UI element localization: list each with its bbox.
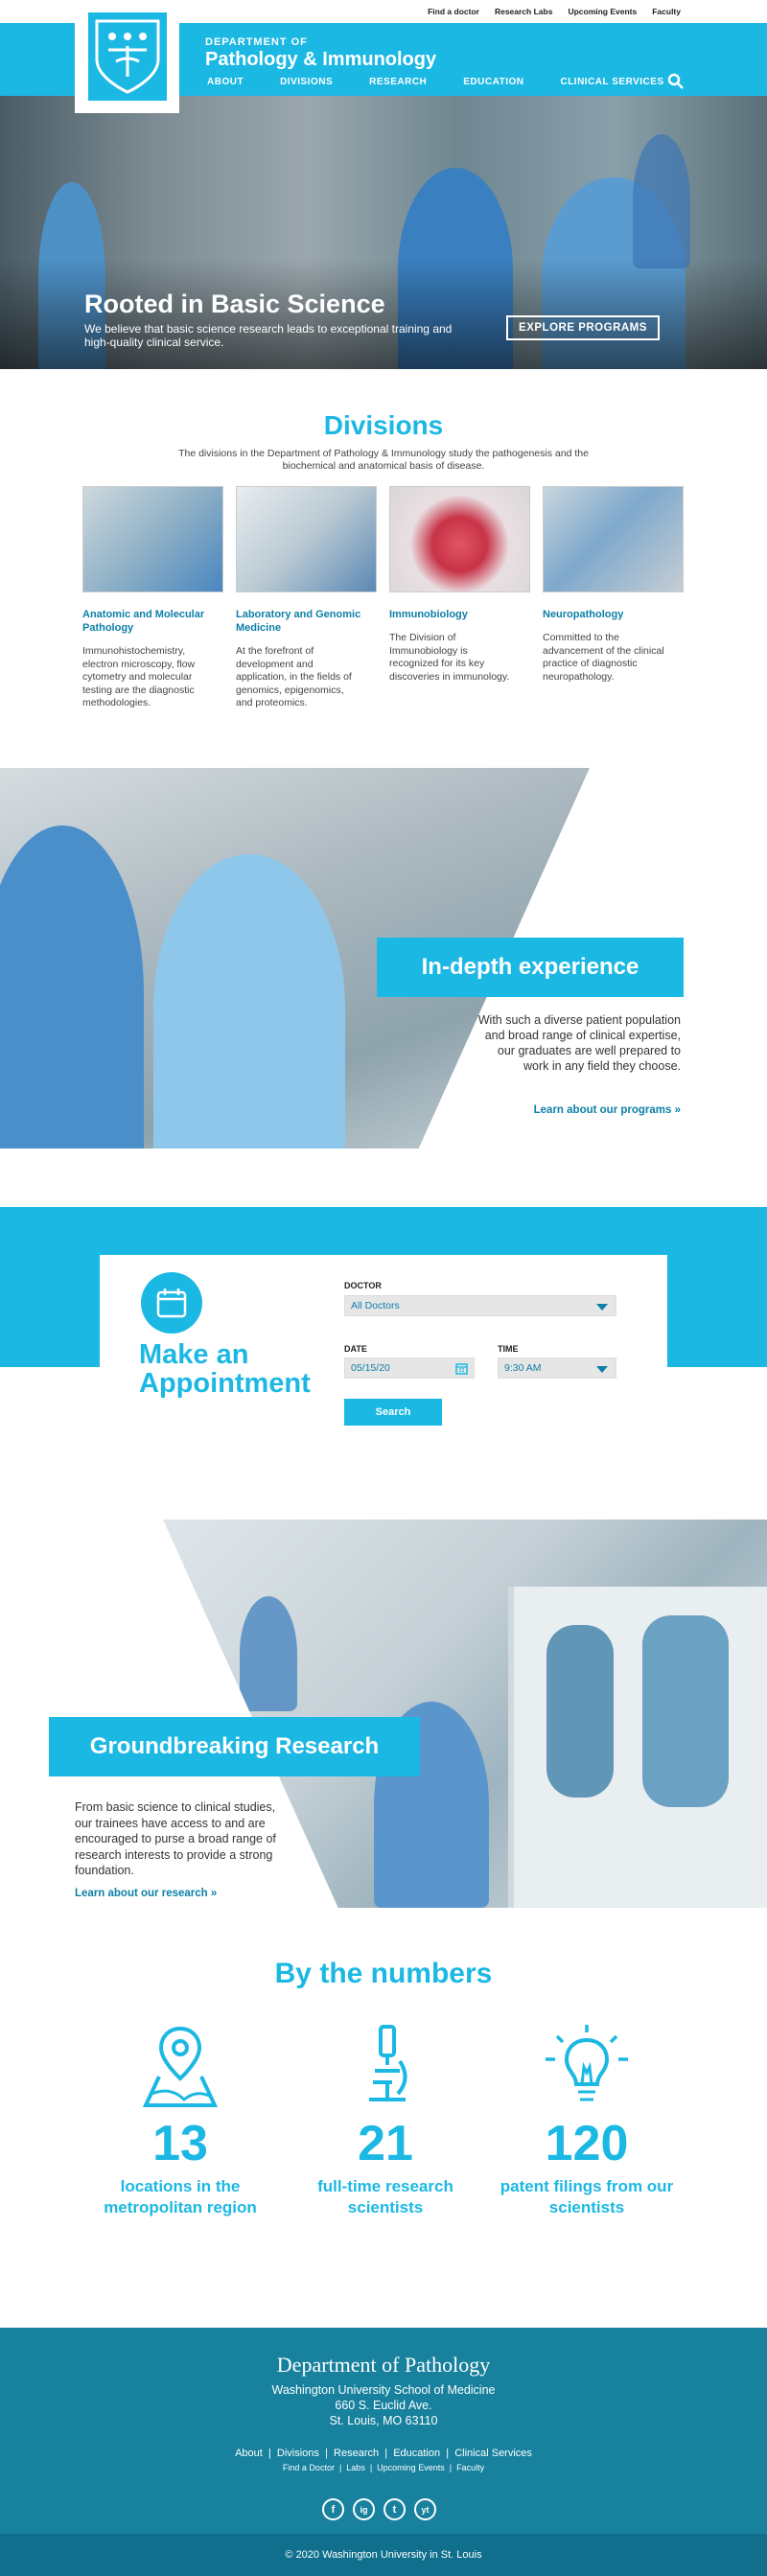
footer-link-divisions[interactable]: Divisions bbox=[277, 2448, 319, 2459]
time-select-value: 9:30 AM bbox=[504, 1362, 542, 1374]
numbers-title: By the numbers bbox=[274, 1958, 493, 1989]
footer-link-about[interactable]: About bbox=[235, 2448, 263, 2459]
division-title[interactable]: Neuropathology bbox=[543, 608, 684, 621]
copyright: © 2020 Washington University in St. Loui… bbox=[0, 2534, 767, 2576]
doctor-label: DOCTOR bbox=[344, 1281, 382, 1290]
division-image[interactable] bbox=[389, 486, 530, 592]
division-title[interactable]: Anatomic and Molecular Pathology bbox=[82, 608, 223, 635]
indepth-text: With such a diverse patient population a… bbox=[477, 1013, 681, 1073]
date-field[interactable]: 05/15/20 bbox=[344, 1358, 475, 1379]
lightbulb-icon bbox=[481, 2023, 692, 2109]
programs-link[interactable]: Learn about our programs » bbox=[470, 1104, 681, 1116]
research-title: Groundbreaking Research bbox=[49, 1717, 420, 1776]
nav-clinical-services[interactable]: CLINICAL SERVICES bbox=[560, 77, 663, 87]
research-link[interactable]: Learn about our research » bbox=[75, 1888, 217, 1899]
footer-link-education[interactable]: Education bbox=[393, 2448, 440, 2459]
chevron-down-icon bbox=[596, 1366, 608, 1373]
footer-dept: Department of Pathology bbox=[276, 2353, 491, 2377]
doctor-select-value: All Doctors bbox=[351, 1300, 400, 1311]
search-button[interactable]: Search bbox=[344, 1399, 442, 1426]
stat-label: locations in the metropolitan region bbox=[104, 2177, 257, 2216]
youtube-icon[interactable]: yt bbox=[414, 2498, 436, 2520]
stat-label: patent filings from our scientists bbox=[500, 2177, 674, 2216]
footer-link-faculty[interactable]: Faculty bbox=[456, 2463, 484, 2472]
footer-city: St. Louis, MO 63110 bbox=[329, 2414, 438, 2427]
footer-subnav: Find a Doctor | Labs | Upcoming Events |… bbox=[282, 2463, 485, 2472]
utility-link-faculty[interactable]: Faculty bbox=[652, 7, 681, 16]
divisions-intro: The divisions in the Department of Patho… bbox=[178, 448, 589, 472]
footer-link-clinical-services[interactable]: Clinical Services bbox=[454, 2448, 532, 2459]
division-title[interactable]: Immunobiology bbox=[389, 608, 530, 621]
search-icon[interactable] bbox=[667, 73, 685, 90]
time-select[interactable]: 9:30 AM bbox=[498, 1358, 616, 1379]
date-label: DATE bbox=[344, 1344, 367, 1354]
chevron-down-icon bbox=[596, 1304, 608, 1311]
division-card[interactable]: Immunobiology The Division of Immunobiol… bbox=[389, 486, 530, 684]
stat-value: 21 bbox=[358, 2116, 413, 2171]
calendar-small-icon[interactable] bbox=[455, 1362, 468, 1378]
facebook-icon[interactable]: f bbox=[322, 2498, 344, 2520]
appointment-title: Make an Appointment bbox=[139, 1340, 311, 1398]
stat-block: 13 locations in the metropolitan region bbox=[75, 2023, 286, 2218]
utility-link-research-labs[interactable]: Research Labs bbox=[495, 7, 552, 16]
social-links: f ig t yt bbox=[322, 2498, 436, 2520]
main-nav: ABOUT DIVISIONS RESEARCH EDUCATION CLINI… bbox=[207, 77, 701, 87]
footer-school: Washington University School of Medicine bbox=[271, 2383, 496, 2397]
utility-link-find-doctor[interactable]: Find a doctor bbox=[428, 7, 479, 16]
appointment-title-line2: Appointment bbox=[139, 1368, 311, 1399]
footer-nav: About | Divisions | Research | Education… bbox=[235, 2448, 532, 2459]
footer-link-labs[interactable]: Labs bbox=[346, 2463, 365, 2472]
calendar-icon bbox=[141, 1272, 202, 1334]
university-shield-icon bbox=[87, 12, 167, 101]
utility-nav: Find a doctor Research Labs Upcoming Eve… bbox=[428, 7, 681, 16]
footer: Department of Pathology Washington Unive… bbox=[0, 2328, 767, 2534]
map-pin-icon bbox=[75, 2023, 286, 2109]
footer-street: 660 S. Euclid Ave. bbox=[335, 2399, 432, 2412]
nav-about[interactable]: ABOUT bbox=[207, 77, 244, 87]
division-text: The Division of Immunobiology is recogni… bbox=[389, 632, 510, 683]
stat-label: full-time research scientists bbox=[317, 2177, 453, 2216]
division-image[interactable] bbox=[236, 486, 377, 592]
instagram-icon[interactable]: ig bbox=[353, 2498, 375, 2520]
stat-block: 120 patent filings from our scientists bbox=[481, 2023, 692, 2218]
doctor-select[interactable]: All Doctors bbox=[344, 1295, 616, 1316]
twitter-icon[interactable]: t bbox=[384, 2498, 406, 2520]
division-card[interactable]: Anatomic and Molecular Pathology Immunoh… bbox=[82, 486, 223, 710]
division-text: Committed to the advancement of the clin… bbox=[543, 632, 664, 683]
footer-link-research[interactable]: Research bbox=[334, 2448, 379, 2459]
nav-research[interactable]: RESEARCH bbox=[369, 77, 427, 87]
division-image[interactable] bbox=[82, 486, 223, 592]
nav-divisions[interactable]: DIVISIONS bbox=[280, 77, 333, 87]
division-image[interactable] bbox=[543, 486, 684, 592]
indepth-title: In-depth experience bbox=[377, 938, 684, 997]
time-label: TIME bbox=[498, 1344, 519, 1354]
microscope-icon bbox=[280, 2023, 491, 2109]
division-card[interactable]: Laboratory and Genomic Medicine At the f… bbox=[236, 486, 377, 710]
footer-link-find-doctor[interactable]: Find a Doctor bbox=[283, 2463, 335, 2472]
footer-link-upcoming-events[interactable]: Upcoming Events bbox=[377, 2463, 445, 2472]
nav-education[interactable]: EDUCATION bbox=[463, 77, 523, 87]
division-text: Immunohistochemistry, electron microscop… bbox=[82, 645, 196, 708]
divisions-title: Divisions bbox=[323, 410, 444, 440]
stat-block: 21 full-time research scientists bbox=[280, 2023, 491, 2218]
stat-value: 13 bbox=[152, 2116, 208, 2171]
research-text: From basic science to clinical studies, … bbox=[75, 1800, 276, 1877]
logo[interactable] bbox=[75, 0, 179, 113]
hero-title: Rooted in Basic Science bbox=[84, 290, 385, 318]
utility-link-upcoming-events[interactable]: Upcoming Events bbox=[568, 7, 637, 16]
stat-value: 120 bbox=[545, 2116, 629, 2171]
dept-title[interactable]: Pathology & Immunology bbox=[205, 49, 436, 71]
date-field-value: 05/15/20 bbox=[351, 1362, 390, 1374]
explore-programs-button[interactable]: EXPLORE PROGRAMS bbox=[506, 315, 660, 340]
division-title[interactable]: Laboratory and Genomic Medicine bbox=[236, 608, 377, 635]
division-text: At the forefront of development and appl… bbox=[236, 645, 352, 708]
hero-subtitle: We believe that basic science research l… bbox=[84, 322, 453, 349]
appointment-title-line1: Make an bbox=[139, 1339, 249, 1370]
division-card[interactable]: Neuropathology Committed to the advancem… bbox=[543, 486, 684, 684]
dept-label: DEPARTMENT OF bbox=[205, 36, 308, 48]
